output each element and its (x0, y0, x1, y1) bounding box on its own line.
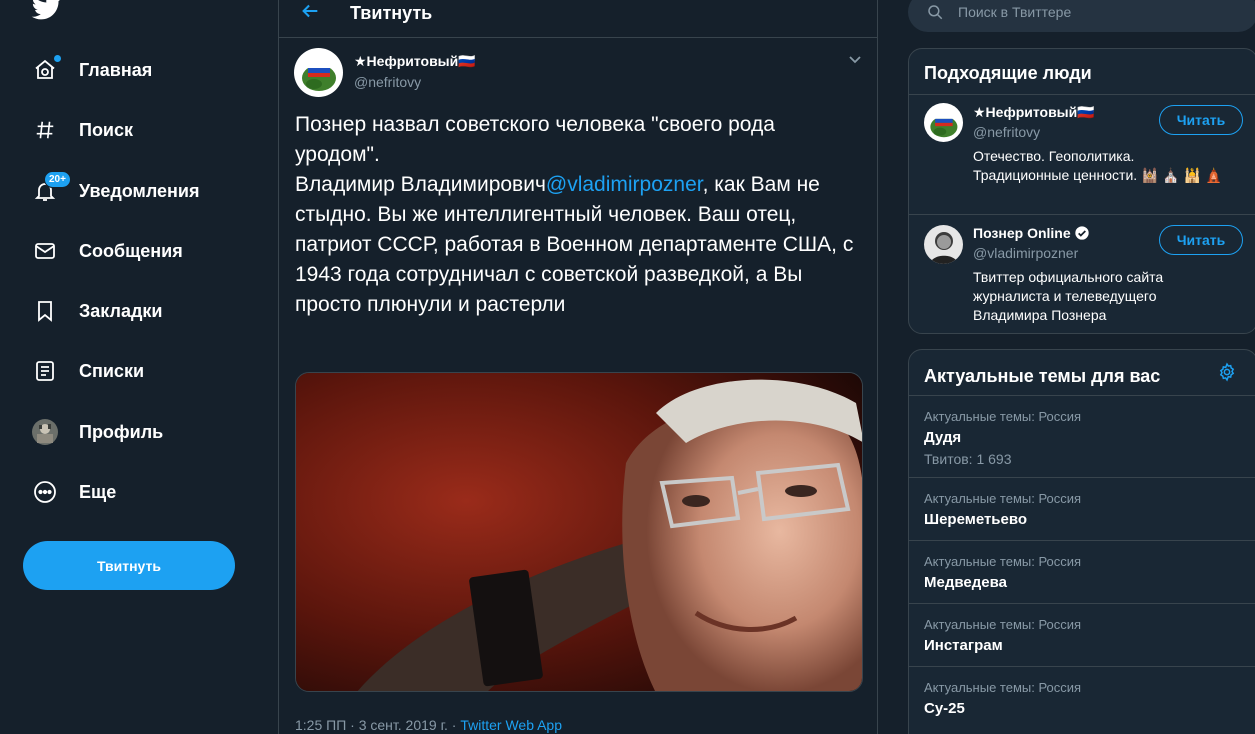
user-name-text: Познер Online (973, 225, 1071, 241)
right-sidebar: Подходящие люди ★Нефритовый🇷🇺 @nefritovy… (878, 0, 1255, 734)
trend-item[interactable]: Актуальные темы: Россия Дудя Твитов: 1 6… (909, 396, 1255, 476)
panel-title: Актуальные темы для вас (924, 366, 1161, 386)
home-icon (32, 55, 61, 83)
new-activity-dot (54, 55, 61, 62)
trend-name: Су-25 (924, 700, 965, 717)
bookmark-icon (32, 298, 58, 324)
primary-navigation: Главная Поиск 20+ Уведомления Сообщения (0, 0, 278, 734)
user-avatar[interactable] (924, 225, 963, 264)
tweet-text: Познер назвал советского человека "своег… (295, 110, 855, 320)
meta-separator: · (451, 717, 457, 733)
mention-link[interactable]: @vladimirpozner (546, 173, 703, 196)
nav-item-profile[interactable]: Профиль (22, 410, 242, 454)
trend-context: Актуальные темы: Россия (924, 617, 1082, 632)
nav-label: Списки (79, 360, 145, 381)
nav-label: Еще (79, 481, 117, 502)
search-box[interactable] (908, 0, 1255, 32)
profile-avatar (32, 419, 58, 445)
more-icon (32, 479, 58, 505)
trend-item[interactable]: Актуальные темы: Россия Инстаграм (909, 604, 1255, 666)
tweet-source-link[interactable]: Twitter Web App (460, 717, 562, 733)
author-handle[interactable]: @nefritovy (354, 74, 421, 90)
nav-label: Сообщения (79, 240, 183, 261)
nav-label: Закладки (79, 300, 163, 321)
trend-context: Актуальные темы: Россия (924, 409, 1082, 424)
trend-item[interactable]: Актуальные темы: Россия Медведева (909, 541, 1255, 603)
list-icon (32, 358, 58, 384)
author-avatar[interactable] (294, 48, 343, 97)
trend-name: Шереметьево (924, 511, 1028, 528)
search-icon (928, 5, 943, 20)
nav-item-bookmarks[interactable]: Закладки (22, 289, 242, 333)
twitter-logo-icon[interactable] (30, 0, 64, 22)
page-title: Твитнуть (350, 3, 433, 23)
verified-badge-icon (1074, 226, 1089, 240)
panel-title: Подходящие люди (924, 63, 1092, 83)
tweet-detail-column: Твитнуть ★Нефритовый🇷🇺 @nefritovy Познер… (278, 0, 878, 734)
nav-label: Профиль (79, 421, 164, 442)
divider (909, 94, 1255, 95)
gear-icon[interactable] (1217, 362, 1237, 382)
nav-item-messages[interactable]: Сообщения (22, 229, 242, 273)
user-name[interactable]: ★Нефритовый🇷🇺 (973, 104, 1095, 121)
tweet-time[interactable]: 1:25 ПП (295, 717, 346, 733)
follow-button[interactable]: Читать (1159, 225, 1243, 255)
author-name[interactable]: ★Нефритовый🇷🇺 (354, 53, 476, 70)
hashtag-icon (32, 117, 58, 143)
user-handle[interactable]: @nefritovy (973, 124, 1040, 140)
nav-item-more[interactable]: Еще (22, 470, 242, 514)
mail-icon (32, 238, 58, 264)
user-handle[interactable]: @vladimirpozner (973, 245, 1078, 261)
user-avatar[interactable] (924, 103, 963, 142)
meta-separator: · (350, 717, 355, 733)
tweet-timestamp: 1:25 ПП · 3 сент. 2019 г. · Twitter Web … (295, 717, 562, 733)
notification-count-badge: 20+ (44, 171, 71, 188)
trend-context: Актуальные темы: Россия (924, 554, 1082, 569)
trend-item[interactable]: Актуальные темы: Россия Шереметьево (909, 478, 1255, 540)
twitter-app: Главная Поиск 20+ Уведомления Сообщения (0, 0, 1255, 734)
trend-name: Дудя (924, 429, 962, 446)
trend-item[interactable]: Актуальные темы: Россия Су-25 (909, 667, 1255, 729)
who-to-follow-panel: Подходящие люди ★Нефритовый🇷🇺 @nefritovy… (908, 48, 1255, 334)
divider (909, 214, 1255, 215)
user-name[interactable]: Познер Online (973, 225, 1090, 241)
trends-panel: Актуальные темы для вас Актуальные темы:… (908, 349, 1255, 734)
user-bio: Твиттер официального сайта журналиста и … (973, 269, 1164, 323)
trend-tweet-count: Твитов: 1 693 (924, 451, 1012, 467)
user-bio: Отечество. Геополитика. Традиционные цен… (973, 148, 1223, 183)
nav-item-home[interactable]: Главная (22, 48, 242, 92)
nav-item-explore[interactable]: Поиск (22, 108, 242, 152)
trend-name: Медведева (924, 574, 1007, 591)
nav-label: Главная (79, 59, 153, 80)
trend-name: Инстаграм (924, 637, 1003, 654)
trend-context: Актуальные темы: Россия (924, 491, 1082, 506)
tweet-date[interactable]: 3 сент. 2019 г. (359, 717, 448, 733)
search-input[interactable] (958, 4, 1238, 20)
nav-label: Уведомления (79, 180, 200, 201)
nav-item-lists[interactable]: Списки (22, 349, 242, 393)
user-name-text: ★Нефритовый🇷🇺 (973, 104, 1095, 120)
bell-icon: 20+ (32, 171, 71, 204)
nav-label: Поиск (79, 119, 134, 140)
compose-tweet-button[interactable]: Твитнуть (23, 541, 235, 590)
back-arrow-icon[interactable] (299, 0, 321, 22)
trend-context: Актуальные темы: Россия (924, 680, 1082, 695)
follow-button[interactable]: Читать (1159, 105, 1243, 135)
chevron-down-icon[interactable] (848, 55, 862, 65)
column-header: Твитнуть (279, 0, 877, 38)
nav-item-notifications[interactable]: 20+ Уведомления (22, 169, 242, 213)
tweet-photo[interactable] (295, 372, 863, 692)
